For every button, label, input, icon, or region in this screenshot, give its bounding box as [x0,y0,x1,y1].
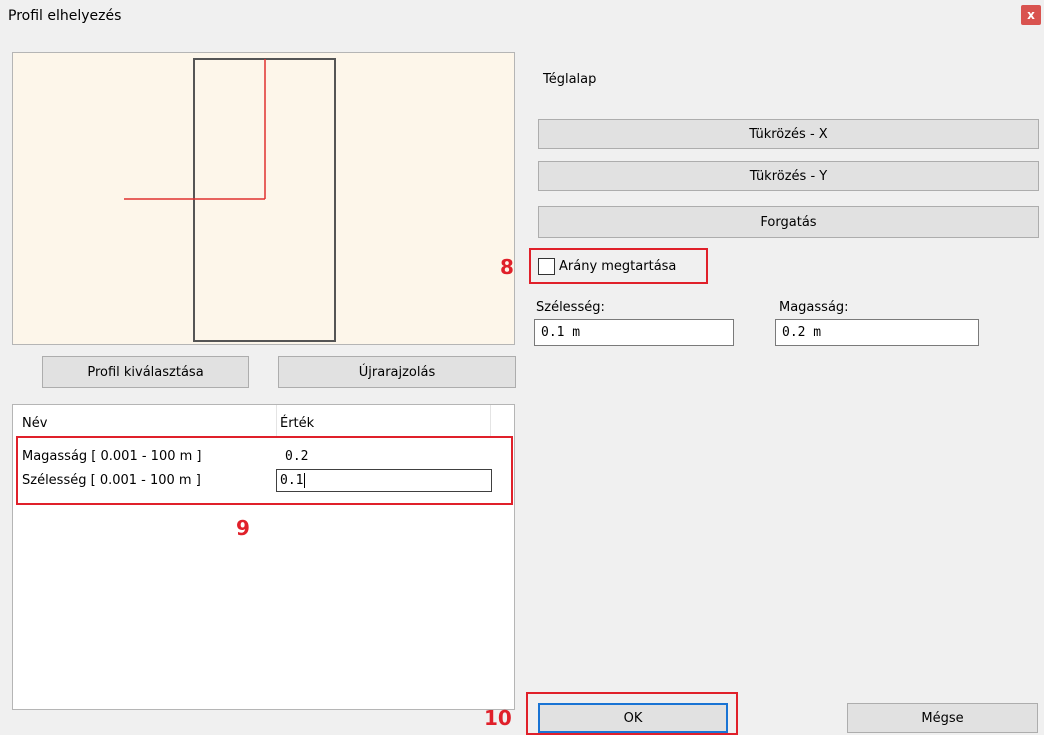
column-separator [490,405,491,438]
column-separator [276,405,277,438]
close-icon: x [1027,8,1035,22]
annotation-marker-10: 10 [484,706,512,730]
keep-ratio-option[interactable]: Arány megtartása [538,258,676,275]
profile-preview-drawing [124,58,336,342]
select-profile-button[interactable]: Profil kiválasztása [42,356,249,388]
width-label: Szélesség: [536,300,605,315]
rotate-button[interactable]: Forgatás [538,206,1039,238]
close-button[interactable]: x [1021,5,1041,25]
ok-button[interactable]: OK [538,703,728,733]
width-input[interactable]: 0.1 m [534,319,734,346]
highlight-box-9 [16,436,513,505]
cancel-button[interactable]: Mégse [847,703,1038,733]
keep-ratio-label: Arány megtartása [559,259,677,274]
profile-preview [12,52,515,345]
keep-ratio-checkbox[interactable] [538,258,555,275]
redraw-button[interactable]: Újrarajzolás [278,356,516,388]
height-input[interactable]: 0.2 m [775,319,979,346]
mirror-x-button[interactable]: Tükrözés - X [538,119,1039,149]
mirror-y-button[interactable]: Tükrözés - Y [538,161,1039,191]
column-header-value: Érték [280,416,315,431]
height-label: Magasság: [779,300,849,315]
shape-type-label: Téglalap [543,72,597,87]
column-header-name: Név [22,416,48,431]
annotation-marker-9: 9 [236,516,250,540]
window-title: Profil elhelyezés [8,8,122,24]
annotation-marker-8: 8 [500,255,514,279]
